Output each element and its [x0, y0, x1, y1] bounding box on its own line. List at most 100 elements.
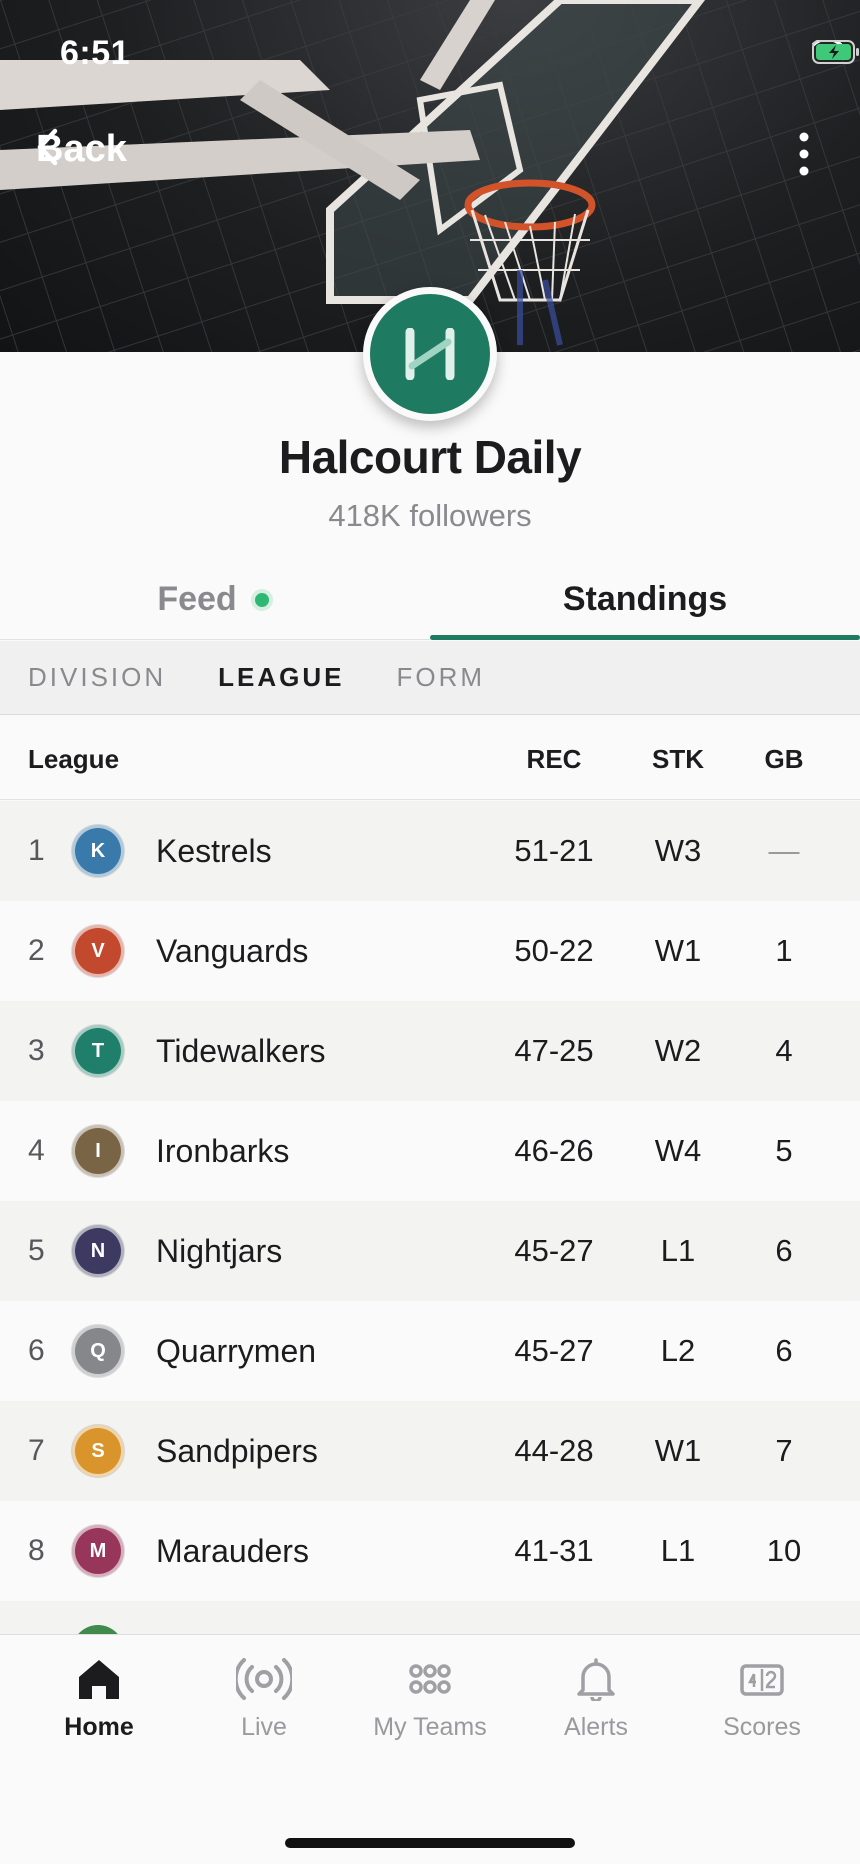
team-name: Ironbarks	[156, 1132, 290, 1169]
record: 51-21	[514, 833, 594, 868]
tab-standings[interactable]: Standings	[430, 560, 860, 640]
scoreboard-icon	[740, 1664, 784, 1696]
team-logo: T	[72, 1025, 124, 1077]
record: 47-25	[514, 1033, 594, 1068]
streak: W3	[654, 833, 702, 868]
table-row-partial[interactable]	[0, 1601, 860, 1635]
nav-my-teams[interactable]: My Teams	[347, 1657, 513, 1742]
streak: W1	[654, 933, 702, 968]
streak: W4	[654, 1133, 702, 1168]
rank: 4	[28, 1134, 45, 1167]
games-behind: 1	[775, 933, 793, 968]
rank: 3	[28, 1034, 45, 1067]
back-button[interactable]: Back	[36, 128, 127, 171]
grid-icon	[409, 1664, 451, 1694]
nav-live-label: Live	[241, 1713, 287, 1741]
table-row[interactable]: 6 Q Quarrymen 45-27 L2 6	[0, 1301, 860, 1401]
rank: 8	[28, 1534, 45, 1567]
channel-name: Halcourt Daily	[278, 431, 582, 483]
team-logo: Q	[72, 1325, 124, 1377]
column-header-team: League	[28, 744, 120, 774]
team-logo: S	[72, 1425, 124, 1477]
nav-home-label: Home	[64, 1713, 134, 1741]
broadcast-icon	[236, 1658, 292, 1700]
standings-table: 1 K Kestrels 51-21 W3 — 2 V Vanguards 50…	[0, 801, 860, 1601]
rank: 7	[28, 1434, 45, 1467]
record: 44-28	[514, 1433, 594, 1468]
team-name: Vanguards	[156, 932, 309, 969]
bottom-tab-bar: Home Live My Teams Alerts Scores	[0, 1634, 860, 1864]
column-header-stk[interactable]: STK	[640, 744, 716, 775]
tab-feed[interactable]: Feed	[0, 560, 430, 639]
nav-scores[interactable]: Scores	[679, 1657, 845, 1742]
streak: W2	[654, 1033, 702, 1068]
rank: 6	[28, 1334, 45, 1367]
standings-header-row: League REC STK GB	[0, 716, 860, 800]
nav-live[interactable]: Live	[181, 1657, 347, 1742]
team-name: Quarrymen	[156, 1332, 317, 1369]
tab-standings-label: Standings	[562, 580, 728, 618]
rank: 5	[28, 1234, 45, 1267]
battery-icon	[812, 40, 859, 64]
filter-league[interactable]: LEAGUE	[218, 662, 344, 693]
profile-tabs: Feed Standings	[0, 560, 860, 640]
table-row[interactable]: 7 S Sandpipers 44-28 W1 7	[0, 1401, 860, 1501]
record: 41-31	[514, 1533, 594, 1568]
games-behind: —	[768, 833, 800, 868]
table-row[interactable]: 3 T Tidewalkers 47-25 W2 4	[0, 1001, 860, 1101]
games-behind: 6	[775, 1233, 793, 1268]
channel-logo-icon	[405, 328, 455, 380]
nav-scores-label: Scores	[723, 1713, 801, 1741]
bell-icon	[577, 1658, 615, 1701]
table-row[interactable]: 5 N Nightjars 45-27 L1 6	[0, 1201, 860, 1301]
team-name: Marauders	[156, 1532, 309, 1569]
team-name: Kestrels	[156, 832, 272, 869]
team-logo: K	[72, 825, 124, 877]
status-time: 6:51	[60, 34, 131, 72]
record: 45-27	[514, 1233, 594, 1268]
team-logo: V	[72, 925, 124, 977]
games-behind: 7	[775, 1433, 793, 1468]
games-behind: 6	[775, 1333, 793, 1368]
nav-home[interactable]: Home	[16, 1657, 182, 1742]
column-header-rec[interactable]: REC	[500, 744, 608, 775]
table-row[interactable]: 8 M Marauders 41-31 L1 10	[0, 1501, 860, 1601]
table-row[interactable]: 2 V Vanguards 50-22 W1 1	[0, 901, 860, 1001]
standings-filter-bar: DIVISION LEAGUE FORM	[0, 641, 860, 715]
new-activity-dot	[250, 588, 273, 611]
team-name: Sandpipers	[156, 1432, 318, 1469]
nav-alerts[interactable]: Alerts	[513, 1657, 679, 1742]
rank: 2	[28, 934, 45, 967]
streak: L1	[660, 1533, 696, 1568]
record: 45-27	[514, 1333, 594, 1368]
channel-avatar	[363, 287, 497, 421]
follower-count: 418K followers	[328, 498, 532, 533]
streak: L1	[660, 1233, 696, 1268]
filter-form[interactable]: FORM	[396, 662, 485, 693]
chevron-left-icon	[37, 128, 58, 166]
table-row[interactable]: 4 I Ironbarks 46-26 W4 5	[0, 1101, 860, 1201]
streak: L2	[660, 1333, 696, 1368]
team-logo: N	[72, 1225, 124, 1277]
home-icon	[79, 1660, 119, 1699]
more-options-button[interactable]	[794, 130, 814, 178]
table-row[interactable]: 1 K Kestrels 51-21 W3 —	[0, 801, 860, 901]
tab-feed-label: Feed	[157, 580, 237, 618]
games-behind: 5	[775, 1133, 793, 1168]
team-name: Nightjars	[156, 1232, 283, 1269]
team-name: Tidewalkers	[156, 1032, 326, 1069]
column-header-gb[interactable]: GB	[752, 744, 816, 775]
record: 50-22	[514, 933, 594, 968]
team-logo: M	[72, 1525, 124, 1577]
more-vertical-icon	[799, 132, 809, 176]
games-behind: 10	[766, 1533, 802, 1568]
filter-division[interactable]: DIVISION	[28, 662, 166, 693]
home-indicator	[285, 1838, 575, 1848]
nav-alerts-label: Alerts	[564, 1713, 628, 1741]
team-logo: I	[72, 1125, 124, 1177]
streak: W1	[654, 1433, 702, 1468]
rank: 1	[28, 834, 45, 867]
record: 46-26	[514, 1133, 594, 1168]
games-behind: 4	[775, 1033, 793, 1068]
nav-my-teams-label: My Teams	[373, 1713, 487, 1741]
